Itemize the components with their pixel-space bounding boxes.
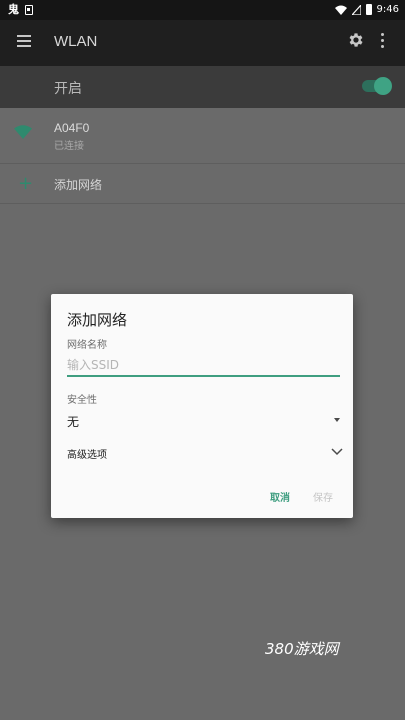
chevron-down-icon <box>331 448 343 456</box>
wlan-switch-bar[interactable]: 开启 <box>0 66 405 108</box>
app-bar: WLAN <box>0 20 405 66</box>
battery-icon <box>365 4 372 15</box>
cancel-button[interactable]: 取消 <box>270 489 290 504</box>
network-ssid: A04F0 <box>54 121 90 135</box>
wlan-toggle[interactable] <box>362 77 392 95</box>
status-time: 9:46 <box>376 4 399 15</box>
notification-icon: 鬼 <box>8 3 19 16</box>
security-value: 无 <box>67 415 80 429</box>
ssid-label: 网络名称 <box>67 340 107 351</box>
dialog-title: 添加网络 <box>67 311 128 329</box>
wifi-signal-icon <box>334 5 347 15</box>
save-button[interactable]: 保存 <box>313 489 333 504</box>
overflow-menu-icon[interactable] <box>381 33 385 49</box>
toggle-knob <box>374 77 392 95</box>
security-label: 安全性 <box>67 395 97 406</box>
app-notification-icon <box>25 4 33 15</box>
gear-icon[interactable] <box>347 31 365 49</box>
network-list-item[interactable]: A04F0 已连接 <box>0 108 405 164</box>
status-bar: 鬼 9:46 <box>0 0 405 20</box>
advanced-options-toggle[interactable]: 高级选项 <box>67 443 343 463</box>
plus-icon: + <box>18 173 34 194</box>
ssid-input[interactable] <box>67 355 340 377</box>
dropdown-caret-icon <box>334 418 340 422</box>
add-network-label: 添加网络 <box>54 178 103 192</box>
watermark: 380游戏网 <box>265 640 339 658</box>
add-network-dialog: 添加网络 网络名称 安全性 无 高级选项 取消 保存 <box>51 294 353 518</box>
switch-label: 开启 <box>54 81 82 97</box>
security-select[interactable]: 无 <box>67 411 343 431</box>
network-status: 已连接 <box>54 141 84 152</box>
wifi-icon <box>14 125 32 139</box>
page-title: WLAN <box>54 33 98 50</box>
cell-signal-icon <box>351 4 361 15</box>
advanced-options-label: 高级选项 <box>67 450 107 461</box>
add-network-item[interactable]: + 添加网络 <box>0 164 405 204</box>
menu-icon[interactable] <box>17 35 31 47</box>
